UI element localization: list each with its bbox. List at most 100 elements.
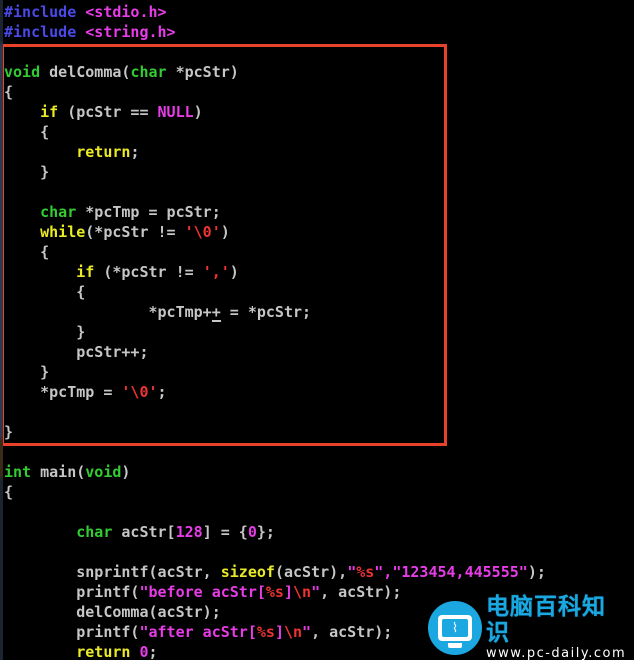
code-token: (*pcStr != (85, 223, 185, 241)
code-token: { (4, 243, 50, 261)
code-token: ) (220, 223, 230, 241)
code-line: char *pcTmp = pcStr; (0, 202, 634, 222)
code-token: NULL (157, 103, 194, 121)
code-line: delComma(acStr); (0, 602, 634, 622)
code-line: char acStr[128] = {0}; (0, 522, 634, 542)
code-line: { (0, 82, 634, 102)
code-token: *pcTmp+ (4, 303, 212, 321)
code-token: { (4, 123, 50, 141)
code-token: (acStr), (274, 563, 348, 581)
code-token: main( (31, 463, 86, 481)
code-token: , acStr); (320, 583, 402, 601)
code-token: 128 (175, 523, 203, 541)
code-token: char (76, 523, 113, 541)
code-token: return (76, 143, 131, 161)
code-token: delComma(acStr); (4, 603, 221, 621)
code-token: } (4, 363, 50, 381)
code-line: printf("after acStr[%s]\n", acStr); (0, 622, 634, 642)
code-token: ',' (202, 263, 230, 281)
code-line: int main(void) (0, 462, 634, 482)
code-token: printf( (4, 623, 140, 641)
code-token: } (4, 163, 50, 181)
code-token: ] = { (202, 523, 248, 541)
code-token: ; (130, 143, 140, 161)
code-token: snprintf(acStr, (4, 563, 221, 581)
code-token: } (4, 423, 14, 441)
code-line: *pcTmp = '\0'; (0, 382, 634, 402)
code-line: void delComma(char *pcStr) (0, 62, 634, 82)
code-line: snprintf(acStr, sizeof(acStr),"%s","1234… (0, 562, 634, 582)
code-token: "before acStr[ (139, 583, 266, 601)
source-code-area[interactable]: #include <stdio.h> #include <string.h> vo… (0, 0, 634, 660)
code-line: } (0, 422, 634, 442)
code-token: if (76, 263, 95, 281)
code-line: return 0; (0, 642, 634, 660)
code-line: pcStr++; (0, 342, 634, 362)
code-line: *pcTmp++ = *pcStr; (0, 302, 634, 322)
code-token: sizeof (220, 563, 275, 581)
text-cursor: + (211, 303, 221, 322)
code-token: char (40, 203, 77, 221)
code-token: *pcStr) (166, 63, 239, 81)
editor-scrollbar-gutter[interactable] (0, 0, 3, 660)
code-token: { (4, 483, 14, 501)
code-token: printf( (4, 583, 140, 601)
code-token: acStr[ (112, 523, 176, 541)
code-line: #include <stdio.h> (0, 2, 634, 22)
code-line: while(*pcStr != '\0') (0, 222, 634, 242)
code-token: " (347, 563, 357, 581)
code-token: ; (157, 383, 167, 401)
code-token: int (4, 463, 32, 481)
code-token: pcStr++; (4, 343, 149, 361)
code-line: { (0, 482, 634, 502)
code-line: } (0, 162, 634, 182)
code-token: #include (4, 3, 86, 21)
code-token: , acStr); (311, 623, 393, 641)
code-token: "123454,445555" (392, 563, 528, 581)
code-token: while (40, 223, 86, 241)
code-line: printf("before acStr[%s]\n", acStr); (0, 582, 634, 602)
code-token: "after acStr[ (139, 623, 257, 641)
code-token: 0 (139, 643, 149, 660)
code-token: { (4, 83, 14, 101)
code-token: ; (148, 643, 158, 660)
code-token: ) (193, 103, 203, 121)
code-token: ] (283, 583, 293, 601)
code-editor-screen: #include <stdio.h> #include <string.h> vo… (0, 0, 634, 660)
code-token: 0 (247, 523, 257, 541)
code-token: char (130, 63, 167, 81)
code-token: { (4, 283, 86, 301)
code-token: } (4, 323, 86, 341)
code-line: if (pcStr == NULL) (0, 102, 634, 122)
code-token: " (311, 583, 321, 601)
code-token: *pcTmp = (4, 383, 122, 401)
code-line: } (0, 322, 634, 342)
code-token: ) (121, 463, 131, 481)
code-token: <stdio.h> (85, 3, 167, 21)
code-token: '\0' (121, 383, 158, 401)
code-token: return (76, 643, 131, 660)
code-token: ] (274, 623, 284, 641)
code-token: \n (293, 583, 312, 601)
code-token: void (4, 63, 41, 81)
code-line: if (*pcStr != ',') (0, 262, 634, 282)
code-line: return; (0, 142, 634, 162)
code-token: %s (356, 563, 375, 581)
code-token: ) (229, 263, 239, 281)
code-token: ); (527, 563, 546, 581)
code-line: } (0, 362, 634, 382)
code-token: \n (283, 623, 303, 641)
code-token: ", (374, 563, 393, 581)
code-token: }; (256, 523, 275, 541)
